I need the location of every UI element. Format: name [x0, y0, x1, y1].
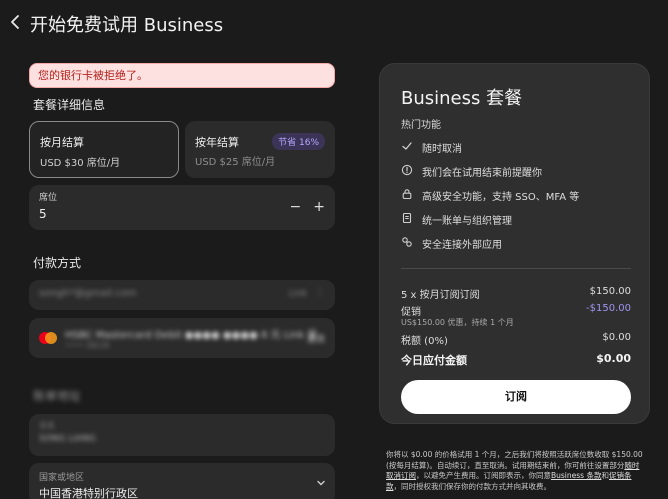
order-summary-panel: Business 套餐 热门功能 随时取消 我们会在试用结束前提醒你 高级安全功… — [379, 63, 650, 424]
plan-price: USD $25 席位/月 — [195, 157, 276, 168]
check-icon — [402, 142, 412, 150]
page-title: 开始免费试用 Business — [30, 15, 224, 36]
chevron-left-icon — [11, 15, 19, 29]
tax-value: $0.00 — [602, 332, 631, 343]
payment-method-title: 付款方式 — [33, 256, 82, 270]
plan-option-yearly[interactable]: 按年结算 节省 16% USD $25 席位/月 — [185, 121, 335, 178]
link-badge: Link — [288, 289, 307, 299]
feature-text: 高级安全功能，支持 SSO、MFA 等 — [422, 192, 580, 203]
seats-label: 席位 — [39, 193, 58, 203]
feature-text: 随时取消 — [422, 144, 462, 155]
discount-row: 促销 -$150.00 — [401, 303, 631, 318]
country-value: 中国香港特别行政区 — [39, 487, 138, 499]
full-name-field[interactable]: 全名 SONG LIANG — [29, 414, 335, 456]
seats-stepper: − + — [290, 199, 325, 215]
email-value: songh*@gmail.com — [39, 288, 137, 299]
country-label: 国家或地区 — [39, 473, 85, 483]
feature-item: 高级安全功能，支持 SSO、MFA 等 — [401, 187, 636, 203]
card-expiry: •••• 08/28 — [65, 341, 110, 350]
line-item-row: 5 x 按月订阅订阅 $150.00 — [401, 286, 631, 301]
chevron-down-icon — [317, 480, 325, 486]
discount-value: -$150.00 — [586, 303, 631, 314]
line-item-value: $150.00 — [589, 286, 631, 297]
plan-name: 按月结算 — [40, 136, 84, 149]
business-terms-link[interactable]: Business 条款 — [551, 471, 601, 480]
feature-item: 统一账单与组织管理 — [401, 211, 636, 227]
total-row: 今日应付金额 $0.00 — [401, 352, 631, 368]
country-select[interactable]: 国家或地区 中国香港特别行政区 — [29, 463, 335, 499]
seats-value: 5 — [39, 207, 47, 221]
discount-note: US$150.00 优惠，持续 1 个月 — [401, 318, 514, 327]
tax-label: 税额 (0%) — [401, 336, 448, 347]
plan-name: 按年结算 — [195, 136, 239, 149]
card-name: HSBC Mastercard Debit ●●●● ●●●● 8 元 Link… — [65, 330, 318, 341]
footnote-text: 和 — [601, 471, 609, 480]
feature-item: 随时取消 — [401, 139, 636, 155]
feature-item: 安全连接外部应用 — [401, 235, 636, 251]
footnote-text: ，同时授权我们保存你的付款方式并向其收费。 — [393, 481, 552, 491]
mastercard-icon — [39, 332, 57, 344]
subscribe-button[interactable]: 订阅 — [401, 380, 631, 414]
link-icon — [402, 237, 412, 247]
back-button[interactable] — [6, 10, 26, 34]
line-item-label: 5 x 按月订阅订阅 — [401, 290, 480, 301]
change-card-button[interactable]: 更改 — [307, 332, 325, 345]
feature-text: 统一账单与组织管理 — [422, 216, 512, 227]
total-label: 今日应付金额 — [401, 354, 467, 367]
more-icon[interactable]: ⋮ — [315, 287, 325, 298]
lock-icon — [402, 189, 412, 200]
feature-text: 安全连接外部应用 — [422, 240, 502, 251]
feature-item: 我们会在试用结束前提醒你 — [401, 163, 636, 179]
divider — [401, 268, 631, 269]
features-title: 热门功能 — [401, 120, 441, 131]
decrement-button[interactable]: − — [290, 199, 302, 215]
increment-button[interactable]: + — [313, 199, 325, 215]
summary-title: Business 套餐 — [401, 88, 523, 109]
full-name-value: SONG LIANG — [39, 434, 96, 444]
link-email-field[interactable]: songh*@gmail.com Link ⋮ — [29, 280, 335, 310]
feature-text: 我们会在试用结束前提醒你 — [422, 168, 542, 179]
document-icon — [402, 212, 412, 224]
error-alert: 您的银行卡被拒绝了。 — [29, 63, 335, 88]
full-name-label: 全名 — [39, 421, 55, 430]
total-value: $0.00 — [596, 352, 631, 365]
plan-details-title: 套餐详细信息 — [33, 98, 106, 112]
bell-icon — [401, 164, 413, 176]
seats-field[interactable]: 席位 5 − + — [29, 185, 335, 230]
footnote-text: 你将以 $0.00 的价格试用 1 个月，之后我们将按照活跃席位数收取 $150… — [386, 450, 643, 470]
tax-row: 税额 (0%) $0.00 — [401, 332, 631, 347]
header: 开始免费试用 Business — [0, 0, 668, 46]
terms-footnote: 你将以 $0.00 的价格试用 1 个月，之后我们将按照活跃席位数收取 $150… — [386, 450, 643, 492]
footnote-text: ，以避免产生费用。订阅即表示，你同意 — [416, 471, 551, 480]
plan-option-monthly[interactable]: 按月结算 USD $30 席位/月 — [29, 121, 179, 178]
savings-badge: 节省 16% — [272, 133, 325, 150]
saved-card-field[interactable]: HSBC Mastercard Debit ●●●● ●●●● 8 元 Link… — [29, 318, 335, 358]
billing-address-title: 账单地址 — [33, 389, 82, 403]
plan-price: USD $30 席位/月 — [40, 158, 121, 169]
